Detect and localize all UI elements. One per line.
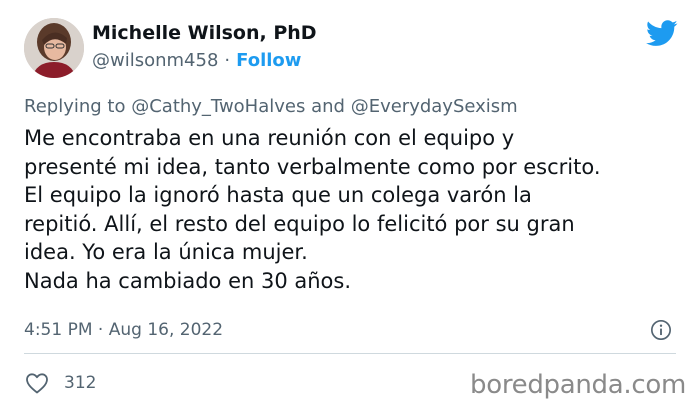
follow-button[interactable]: Follow xyxy=(236,50,301,71)
tweet-line: repitió. Allí, el resto del equipo lo fe… xyxy=(24,211,575,236)
avatar[interactable] xyxy=(24,18,84,78)
divider xyxy=(24,353,676,354)
tweet-text: Me encontraba en una reunión con el equi… xyxy=(24,124,684,295)
heart-icon[interactable] xyxy=(25,372,49,394)
tweet-line: Nada ha cambiado en 30 años. xyxy=(24,268,352,293)
reply-conjunction: and xyxy=(311,96,345,117)
tweet-time: 4:51 PM xyxy=(24,320,93,340)
twitter-bird-icon[interactable] xyxy=(646,20,678,47)
tweet-line: presenté mi idea, tanto verbalmente como… xyxy=(24,154,601,179)
author-handle-line: @wilsonm458 · Follow xyxy=(92,50,301,71)
author-handle[interactable]: @wilsonm458 xyxy=(92,50,218,71)
reply-mention-1[interactable]: @Cathy_TwoHalves xyxy=(131,96,305,117)
tweet-timestamp[interactable]: 4:51 PM · Aug 16, 2022 xyxy=(24,320,223,340)
watermark: boredpanda.com xyxy=(470,370,686,400)
tweet-date: Aug 16, 2022 xyxy=(108,320,224,340)
handle-separator: · xyxy=(224,50,231,71)
info-icon[interactable] xyxy=(650,319,672,341)
tweet-line: idea. Yo era la única mujer. xyxy=(24,240,308,264)
reply-prefix: Replying to xyxy=(24,96,126,117)
author-name[interactable]: Michelle Wilson, PhD xyxy=(92,22,317,44)
timestamp-separator: · xyxy=(97,320,104,340)
tweet-line: El equipo la ignoró hasta que un colega … xyxy=(24,183,532,207)
reply-mention-2[interactable]: @EverydaySexism xyxy=(351,96,518,117)
reply-context: Replying to @Cathy_TwoHalves and @Everyd… xyxy=(24,96,518,117)
like-count: 312 xyxy=(64,373,97,393)
avatar-image xyxy=(24,18,84,78)
tweet-line: Me encontraba en una reunión con el equi… xyxy=(24,126,515,150)
